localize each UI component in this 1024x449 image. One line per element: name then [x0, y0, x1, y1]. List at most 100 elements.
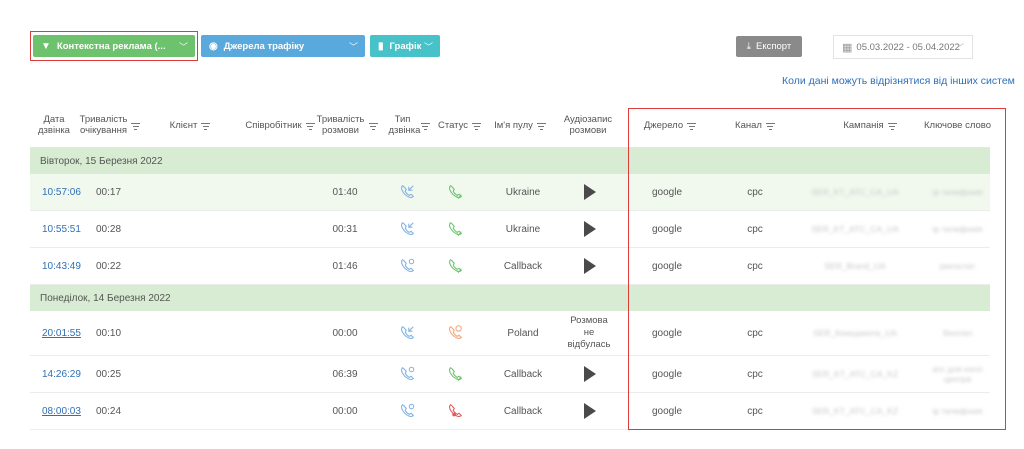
play-icon[interactable]	[575, 248, 605, 284]
source-value: google	[651, 405, 683, 417]
chevron-down-icon: ﹀	[423, 42, 433, 52]
filter-icon[interactable]	[687, 121, 697, 132]
call-time-link[interactable]: 14:26:29	[42, 356, 92, 392]
keyword-value: ip телефонія	[932, 224, 983, 234]
talk-duration: 00:00	[332, 327, 358, 339]
talk-duration: 01:46	[332, 260, 358, 272]
pool-name: Callback	[503, 405, 543, 417]
wait-duration: 00:25	[96, 368, 122, 380]
chart-label: Графік	[389, 40, 422, 52]
pool-name: Callback	[503, 260, 543, 272]
traffic-sources-dropdown[interactable]: ◉ Джерела трафіку ﹀	[201, 35, 365, 57]
col-audio: Аудіозапис розмови	[560, 105, 616, 147]
keyword-value: атс для колл центра	[932, 364, 983, 384]
campaign-filter-dropdown[interactable]: ▼ Контекстна реклама (... ﹀	[33, 35, 195, 57]
chevron-down-icon: ﹀	[348, 42, 358, 52]
answered-call-icon	[440, 248, 470, 284]
filter-icon[interactable]	[368, 121, 378, 132]
date-range-picker[interactable]: ▦ 05.03.2022 - 05.04.2022 ﹀	[833, 35, 973, 59]
call-time-link[interactable]: 10:43:49	[42, 248, 92, 284]
callback-icon	[392, 248, 422, 284]
campaign-value: SER_KT_ATC_CA_KZ	[811, 406, 899, 416]
campaign-value: SER_KT_ATC_CA_UA	[811, 187, 899, 197]
traffic-sources-label: Джерела трафіку	[223, 40, 305, 52]
col-pool-label: Ім'я пулу	[494, 119, 533, 131]
filter-icon[interactable]	[201, 121, 211, 132]
col-wait[interactable]: Тривалість очікування	[80, 105, 141, 147]
callback-icon	[392, 356, 422, 392]
export-button[interactable]: ⤓ Експорт	[736, 36, 802, 57]
table-row[interactable]: 14:26:29 00:25 06:39 Callback google cpc SER_K…	[30, 356, 990, 393]
bar-chart-icon: ▮	[378, 40, 384, 52]
wait-duration: 00:24	[96, 405, 122, 417]
play-icon[interactable]	[575, 174, 605, 210]
answered-call-icon	[440, 174, 470, 210]
answered-call-icon	[440, 211, 470, 247]
export-label: Експорт	[756, 41, 792, 52]
col-campaign[interactable]: Кампанія	[810, 105, 930, 147]
call-time-link[interactable]: 08:00:03	[42, 393, 92, 429]
play-icon[interactable]	[575, 211, 605, 247]
source-value: google	[651, 260, 683, 272]
no-conversation-text: Розмова не відбулась	[567, 315, 611, 350]
col-keyword[interactable]: Ключове слово	[920, 105, 995, 147]
keyword-value: бінотел	[942, 328, 973, 338]
table-row[interactable]: 20:01:55 00:10 00:00 Poland Розмова не відбу…	[30, 311, 990, 356]
channel-value: cpc	[747, 405, 763, 417]
channel-value: cpc	[747, 223, 763, 235]
data-discrepancy-link[interactable]: Коли дані можуть відрізнятися від інших …	[782, 75, 1015, 87]
pool-name: Ukraine	[505, 186, 541, 198]
play-icon[interactable]	[575, 356, 605, 392]
talk-duration: 00:31	[332, 223, 358, 235]
wait-duration: 00:17	[96, 186, 122, 198]
col-client[interactable]: Клієнт	[150, 105, 230, 147]
col-employee-label: Співробітник	[245, 119, 302, 131]
col-pool[interactable]: Ім'я пулу	[485, 105, 555, 147]
pool-name: Ukraine	[505, 223, 541, 235]
table-row[interactable]: 10:57:06 00:17 01:40 Ukraine google cpc SER_KT…	[30, 174, 990, 211]
call-time-link[interactable]: 10:57:06	[42, 174, 92, 210]
table-row[interactable]: 08:00:03 00:24 00:00 Callback google cpc SER_K…	[30, 393, 990, 430]
source-value: google	[651, 223, 683, 235]
table-header: Дата дзвінка Тривалість очікування Клієн…	[30, 105, 991, 148]
call-time-link[interactable]: 10:55:51	[42, 211, 92, 247]
chart-toggle-button[interactable]: ▮ Графік ﹀	[370, 35, 440, 57]
callback-icon	[392, 393, 422, 429]
col-date[interactable]: Дата дзвінка	[30, 105, 78, 147]
missed-call-icon	[440, 311, 470, 355]
wait-duration: 00:28	[96, 223, 122, 235]
filter-icon[interactable]	[131, 121, 141, 132]
col-client-label: Клієнт	[169, 119, 198, 131]
col-talk[interactable]: Тривалість розмови	[312, 105, 382, 147]
table-row[interactable]: 10:43:49 00:22 01:46 Callback google cpc SER_B…	[30, 248, 990, 285]
campaign-value: SER_KT_ATC_CA_UA	[811, 224, 899, 234]
wait-duration: 00:22	[96, 260, 122, 272]
talk-duration: 01:40	[332, 186, 358, 198]
col-type-label: Тип дзвінка	[388, 114, 421, 136]
col-channel[interactable]: Канал	[720, 105, 790, 147]
call-time-link[interactable]: 20:01:55	[42, 311, 92, 355]
download-icon: ⤓	[746, 41, 751, 52]
incoming-call-icon	[392, 211, 422, 247]
channel-value: cpc	[747, 327, 763, 339]
play-icon[interactable]	[575, 393, 605, 429]
col-source[interactable]: Джерело	[630, 105, 710, 147]
filter-icon[interactable]	[472, 121, 482, 132]
col-keyword-label: Ключове слово	[924, 119, 991, 131]
col-campaign-label: Кампанія	[843, 119, 884, 131]
keyword-value: ip телефонія	[932, 187, 983, 197]
source-value: google	[651, 186, 683, 198]
col-source-label: Джерело	[643, 119, 684, 131]
filter-icon[interactable]	[765, 121, 775, 132]
col-type[interactable]: Тип дзвінка	[384, 105, 434, 147]
date-group-header: Вівторок, 15 Березня 2022	[30, 148, 990, 174]
source-value: google	[651, 368, 683, 380]
filter-icon[interactable]	[887, 121, 897, 132]
calls-table: Дата дзвінка Тривалість очікування Клієн…	[30, 105, 991, 430]
filter-icon[interactable]	[536, 121, 546, 132]
col-talk-label: Тривалість розмови	[316, 114, 365, 136]
table-row[interactable]: 10:55:51 00:28 00:31 Ukraine google cpc SER_KT…	[30, 211, 990, 248]
col-status[interactable]: Статус	[432, 105, 487, 147]
chevron-down-icon: ﹀	[954, 43, 964, 53]
filter-icon[interactable]	[420, 121, 430, 132]
